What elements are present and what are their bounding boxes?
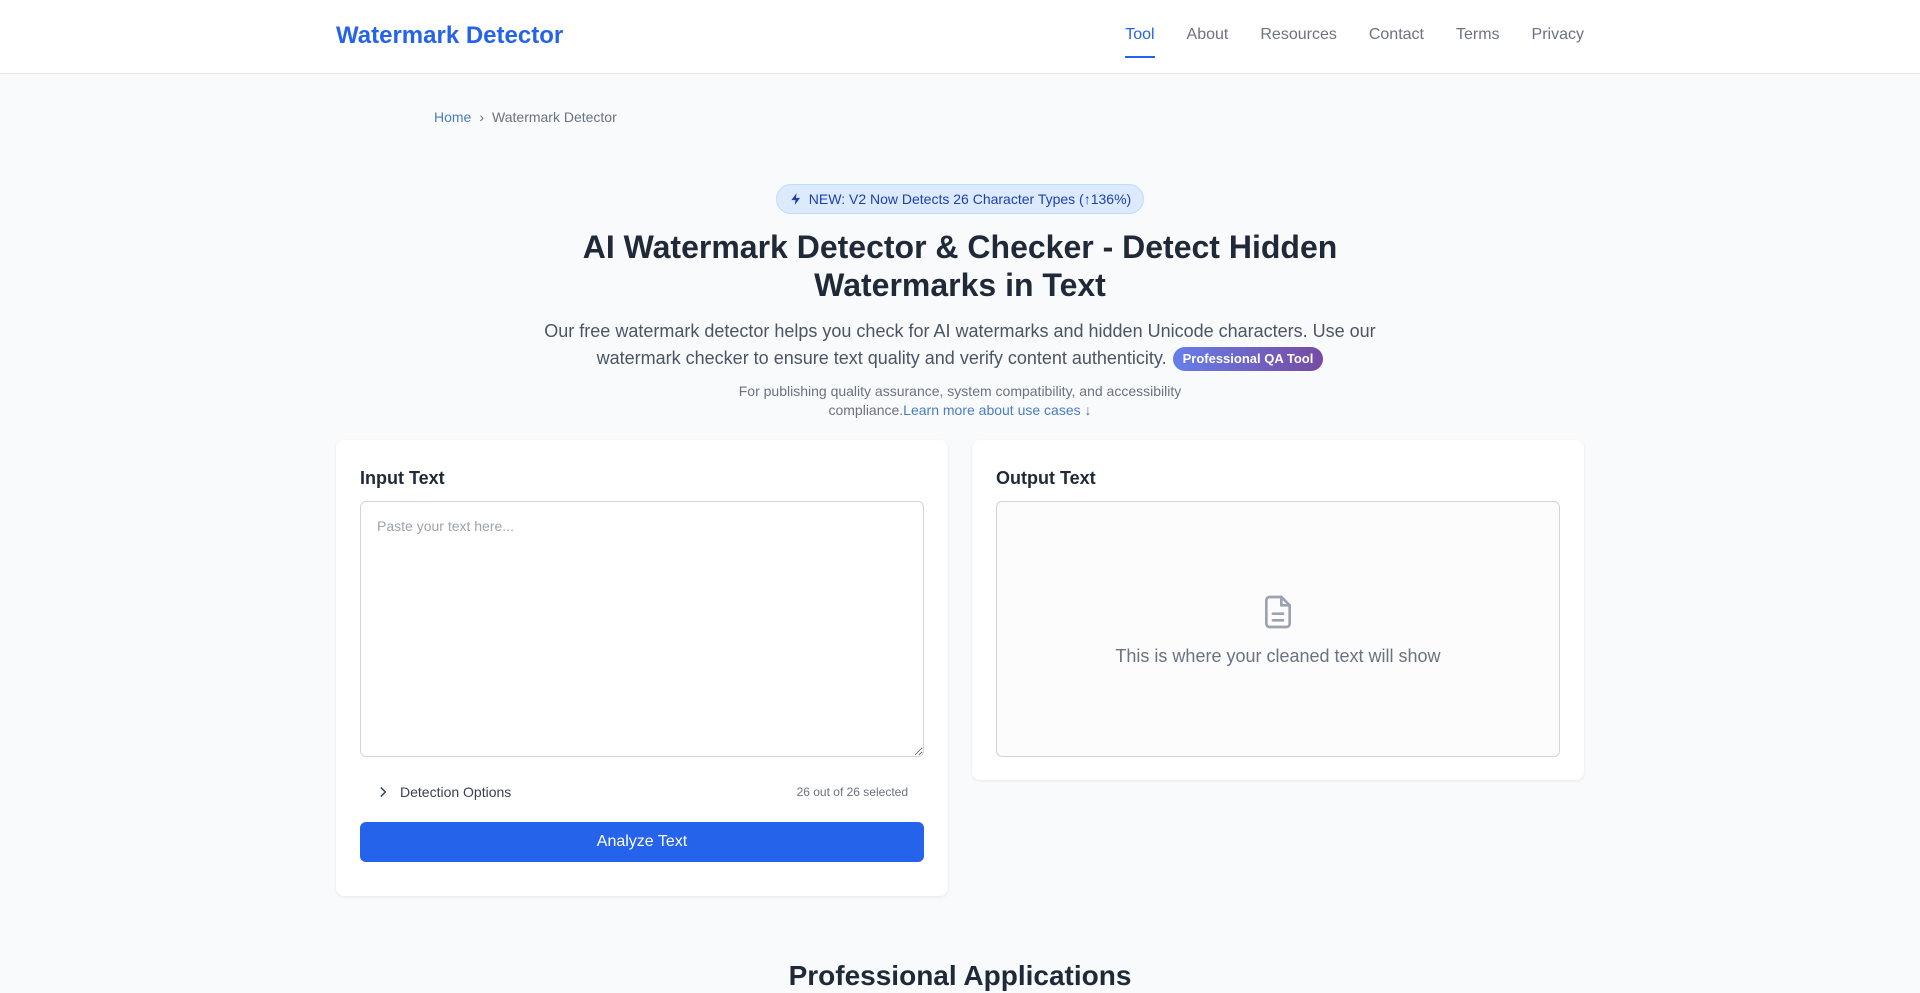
breadcrumb-separator: › <box>479 109 485 125</box>
breadcrumb-current: Watermark Detector <box>492 109 617 125</box>
detection-options-row: Detection Options 26 out of 26 selected <box>360 784 924 800</box>
hero-note: For publishing quality assurance, system… <box>730 382 1190 420</box>
professional-badge: Professional QA Tool <box>1172 347 1324 372</box>
output-placeholder: This is where your cleaned text will sho… <box>1115 645 1441 666</box>
hero-section: NEW: V2 Now Detects 26 Character Types (… <box>0 184 1920 420</box>
output-text-area[interactable]: This is where your cleaned text will sho… <box>996 501 1560 757</box>
use-cases-link[interactable]: Learn more about use cases ↓ <box>903 402 1091 418</box>
chevron-right-icon <box>380 787 387 797</box>
nav-privacy[interactable]: Privacy <box>1532 0 1584 58</box>
new-badge: NEW: V2 Now Detects 26 Character Types (… <box>775 184 1145 214</box>
breadcrumb: Home › Watermark Detector <box>434 109 617 125</box>
input-panel-title: Input Text <box>360 468 445 488</box>
lightning-icon <box>791 193 800 205</box>
input-textarea[interactable] <box>360 501 924 757</box>
nav-tool[interactable]: Tool <box>1125 0 1155 58</box>
nav-terms[interactable]: Terms <box>1456 0 1500 58</box>
document-icon <box>1265 595 1291 628</box>
detection-options-label: Detection Options <box>400 784 512 800</box>
site-header: Watermark Detector Tool About Resources … <box>0 0 1920 74</box>
nav-resources[interactable]: Resources <box>1260 0 1336 58</box>
analyze-text-button[interactable]: Analyze Text <box>360 822 924 862</box>
new-badge-text: NEW: V2 Now Detects 26 Character Types (… <box>808 191 1132 207</box>
brand-logo[interactable]: Watermark Detector <box>336 22 563 50</box>
output-panel-title: Output Text <box>996 468 1096 488</box>
hero-description: Our free watermark detector helps you ch… <box>530 318 1390 372</box>
output-panel: Output Text This is where your cleaned t… <box>972 440 1584 780</box>
detection-options-toggle[interactable]: Detection Options <box>376 784 511 800</box>
options-selected-count: 26 out of 26 selected <box>796 785 908 799</box>
page-title: AI Watermark Detector & Checker - Detect… <box>582 229 1338 303</box>
input-panel: Input Text Detection Options 26 out of 2… <box>336 440 948 896</box>
nav-contact[interactable]: Contact <box>1369 0 1424 58</box>
breadcrumb-home[interactable]: Home <box>434 109 471 125</box>
professional-applications-heading: Professional Applications <box>788 960 1132 991</box>
main-nav: Tool About Resources Contact Terms Priva… <box>1125 0 1584 74</box>
nav-about[interactable]: About <box>1187 0 1229 58</box>
